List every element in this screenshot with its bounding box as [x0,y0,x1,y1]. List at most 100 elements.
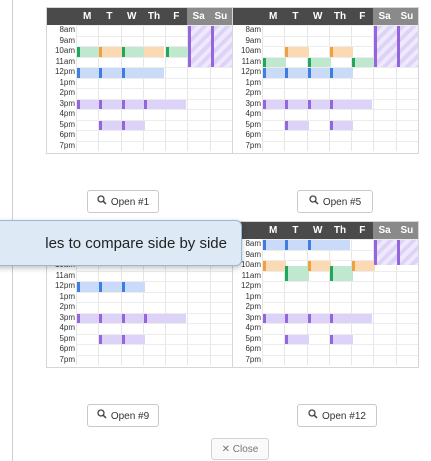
class-block[interactable] [121,47,145,57]
class-block[interactable] [329,120,354,130]
class-block[interactable] [77,313,101,323]
hour-line [262,281,418,282]
time-label: 1pm [245,77,261,87]
class-block[interactable] [307,261,331,271]
time-label: 2pm [245,302,261,311]
day-label: Sa [373,222,396,239]
class-block[interactable] [77,47,101,57]
day-label: Su [395,222,418,239]
time-label: 1pm [59,77,75,87]
class-block[interactable] [143,47,165,57]
class-block[interactable] [99,47,123,57]
class-block[interactable] [210,26,232,67]
class-block[interactable] [99,282,123,292]
class-block[interactable] [285,240,309,250]
class-block[interactable] [307,68,331,78]
search-icon [308,405,318,428]
time-label: 12pm [240,67,261,76]
class-block[interactable] [307,57,331,67]
class-block[interactable] [121,282,145,292]
search-icon [309,191,319,214]
class-block[interactable] [352,261,376,271]
time-label: 4pm [59,323,75,332]
search-icon [97,191,107,214]
class-block[interactable] [77,68,101,78]
class-block[interactable] [352,57,376,67]
search-icon [97,405,107,428]
class-block[interactable] [307,313,331,323]
class-block[interactable] [285,334,309,344]
hour-line [76,354,232,356]
open-schedule-button[interactable]: Open #9 [87,404,159,427]
class-block[interactable] [263,240,287,250]
class-block[interactable] [188,26,212,67]
hint-tooltip: les to compare side by side [0,220,242,266]
class-block[interactable] [99,120,123,130]
class-block[interactable] [263,313,287,323]
class-block[interactable] [329,240,351,250]
class-block[interactable] [121,99,145,109]
class-block[interactable] [329,334,354,344]
open-button-label: Open #1 [110,197,150,209]
time-label: 5pm [59,119,75,129]
class-block[interactable] [329,47,354,57]
class-block[interactable] [329,313,354,323]
class-block[interactable] [143,313,168,323]
class-block[interactable] [263,261,287,271]
class-block[interactable] [307,240,331,250]
class-block[interactable] [166,313,187,323]
time-label: 2pm [245,88,261,97]
class-block[interactable] [263,68,287,78]
day-label: M [82,11,92,22]
hour-line [262,302,418,303]
time-label: 8am [245,25,261,34]
class-block[interactable] [374,26,398,67]
schedule-grid: M T W Th F SaSu 8am9am10am11am12pm1pm2pm3pm4pm… [46,7,233,154]
time-label: 4pm [245,109,261,118]
close-label: Close [232,444,259,455]
time-label: 9am [245,35,261,45]
class-block[interactable] [263,57,287,67]
class-block[interactable] [329,68,354,78]
class-block[interactable] [143,68,165,78]
time-label: 11am [241,56,261,66]
open-schedule-button[interactable]: Open #5 [297,190,373,213]
class-block[interactable] [99,334,123,344]
class-block[interactable] [121,68,145,78]
hour-line [76,140,232,142]
time-label: 6pm [245,344,261,353]
class-block[interactable] [99,99,123,109]
class-block[interactable] [121,120,145,130]
class-block[interactable] [307,99,331,109]
class-block[interactable] [352,99,373,109]
class-block[interactable] [329,266,354,281]
hour-line [262,88,418,89]
class-block[interactable] [285,266,309,281]
class-block[interactable] [374,240,398,266]
class-block[interactable] [166,47,190,57]
class-block[interactable] [396,26,418,67]
class-block[interactable] [285,99,309,109]
class-block[interactable] [77,282,101,292]
class-block[interactable] [352,313,373,323]
class-block[interactable] [121,313,145,323]
open-schedule-button[interactable]: Open #1 [87,190,159,213]
hour-line [262,344,418,345]
class-block[interactable] [263,99,287,109]
class-block[interactable] [329,99,354,109]
class-block[interactable] [396,240,418,266]
class-block[interactable] [285,120,309,130]
class-block[interactable] [99,68,123,78]
class-block[interactable] [166,99,187,109]
class-block[interactable] [285,47,309,57]
time-label: 6pm [59,344,75,353]
close-button[interactable]: ✕ Close [211,438,269,460]
hour-line [76,270,232,272]
class-block[interactable] [285,313,309,323]
class-block[interactable] [77,99,101,109]
class-block[interactable] [121,334,145,344]
open-schedule-button[interactable]: Open #12 [297,404,377,427]
class-block[interactable] [99,313,123,323]
class-block[interactable] [285,68,309,78]
class-block[interactable] [143,99,168,109]
